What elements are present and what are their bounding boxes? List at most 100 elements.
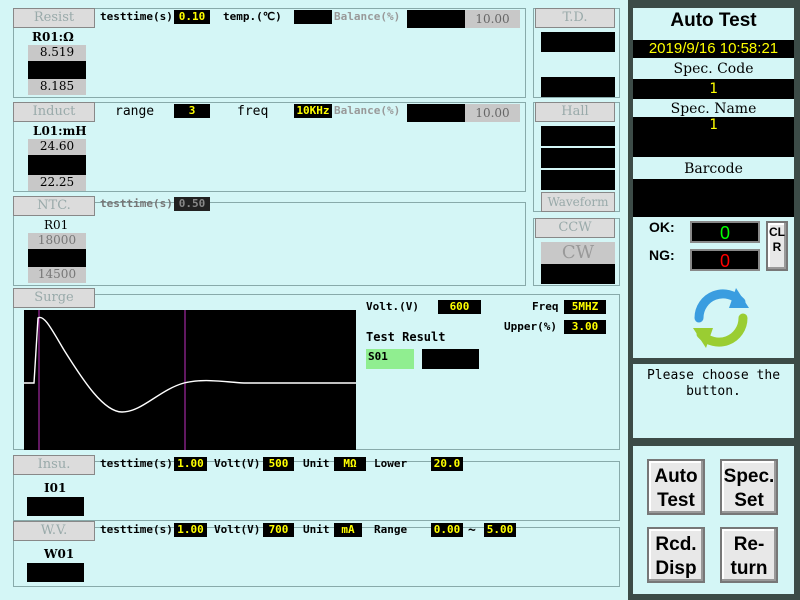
insu-volt-label: Volt(V) <box>214 457 261 470</box>
wv-range-high[interactable]: 5.00 <box>484 523 516 537</box>
spec-code-value: 1 <box>633 79 794 99</box>
insu-unit-label: Unit <box>303 457 330 470</box>
td-value-1 <box>541 32 615 52</box>
insu-testtime-label: testtime(s) <box>100 457 173 470</box>
tab-resist[interactable]: Resist <box>13 8 95 28</box>
resist-temp-label: temp.(℃) <box>223 10 282 23</box>
surge-waveform-display <box>24 310 356 450</box>
insu-lower-label: Lower <box>374 457 408 470</box>
wv-item-label: W01 <box>44 547 75 561</box>
ok-count: 0 <box>690 221 760 243</box>
insu-item-label: I01 <box>44 481 67 495</box>
resist-temp-value <box>294 10 332 24</box>
induct-freq-value[interactable]: 10KHz <box>294 104 332 118</box>
wv-testtime-label: testtime(s) <box>100 523 173 536</box>
wv-range-label: Range <box>374 523 408 536</box>
ccw-value <box>541 264 615 284</box>
tab-hall[interactable]: Hall <box>535 102 615 122</box>
ntc-testtime-label: testtime(s) <box>100 197 173 210</box>
ntc-lower-value: 14500 <box>28 267 86 283</box>
ntc-upper-value: 18000 <box>28 233 86 249</box>
wv-testtime-value[interactable]: 1.00 <box>174 523 207 537</box>
wv-volt-value[interactable]: 700 <box>263 523 294 537</box>
page-title: Auto Test <box>670 10 757 31</box>
ng-count: 0 <box>690 249 760 271</box>
wv-unit-value[interactable]: mA <box>334 523 362 537</box>
resist-balance-box <box>407 10 465 28</box>
ntc-testtime-value[interactable]: 0.50 <box>174 197 210 211</box>
wv-measure-box <box>27 563 84 582</box>
surge-result-value <box>422 349 479 369</box>
resist-balance-label: Balance(%) <box>334 10 401 23</box>
surge-freq-label: Freq <box>532 300 559 313</box>
spec-set-button[interactable]: Spec. Set <box>720 459 778 515</box>
td-value-2 <box>541 77 615 97</box>
induct-range-label: range <box>115 104 155 119</box>
spec-name-value: 1 <box>633 117 794 157</box>
induct-balance-label: Balance(%) <box>334 104 401 117</box>
insu-testtime-value[interactable]: 1.00 <box>174 457 207 471</box>
surge-result-id: S01 <box>366 349 414 369</box>
resist-measure-box <box>28 61 86 79</box>
hall-value-1 <box>541 126 615 146</box>
tab-surge[interactable]: Surge <box>13 288 95 308</box>
tab-ccw[interactable]: CCW <box>535 218 615 238</box>
surge-upper-label: Upper(%) <box>504 320 557 333</box>
induct-range-value[interactable]: 3 <box>174 104 210 118</box>
ng-label: NG: <box>649 247 675 263</box>
surge-upper-value[interactable]: 3.00 <box>564 320 606 334</box>
waveform-button[interactable]: Waveform <box>541 192 615 212</box>
refresh-icon[interactable] <box>689 280 753 354</box>
resist-lower-value: 8.185 <box>28 79 86 95</box>
spec-name-label: Spec. Name <box>670 101 757 117</box>
resist-upper-value: 8.519 <box>28 45 86 61</box>
tab-ntc[interactable]: NTC. <box>13 196 95 216</box>
ntc-measure-box <box>28 249 86 267</box>
spec-code-label: Spec. Code <box>673 61 754 77</box>
resist-testtime-label: testtime(s) <box>100 10 173 23</box>
wv-range-low[interactable]: 0.00 <box>431 523 463 537</box>
wv-range-tilde: ~ <box>468 523 476 538</box>
record-display-button[interactable]: Rcd. Disp <box>647 527 705 583</box>
insu-lower-value[interactable]: 20.0 <box>431 457 463 471</box>
tab-induct[interactable]: Induct <box>13 102 95 122</box>
resist-testtime-value[interactable]: 0.10 <box>174 10 210 24</box>
hall-value-2 <box>541 148 615 168</box>
status-message: Please choose the button. <box>646 368 781 399</box>
surge-waveform <box>24 310 356 450</box>
auto-test-button[interactable]: Auto Test <box>647 459 705 515</box>
surge-freq-value[interactable]: 5MHZ <box>564 300 606 314</box>
ntc-r-label: R01 <box>44 218 69 232</box>
clr-button[interactable]: CLR <box>766 221 788 271</box>
insu-volt-value[interactable]: 500 <box>263 457 294 471</box>
insu-panel <box>13 461 620 521</box>
surge-volt-label: Volt.(V) <box>366 300 419 313</box>
surge-volt-value[interactable]: 600 <box>438 300 481 314</box>
wv-unit-label: Unit <box>303 523 330 536</box>
tab-td[interactable]: T.D. <box>535 8 615 28</box>
induct-freq-label: freq <box>237 104 269 119</box>
resist-balance-value[interactable]: 10.00 <box>465 10 520 28</box>
wv-volt-label: Volt(V) <box>214 523 261 536</box>
induct-balance-box <box>407 104 465 122</box>
wv-panel <box>13 527 620 587</box>
induct-upper-value: 24.60 <box>28 139 86 155</box>
induct-measure-box <box>28 155 86 175</box>
hall-value-3 <box>541 170 615 190</box>
tab-wv[interactable]: W.V. <box>13 521 95 541</box>
tab-insu[interactable]: Insu. <box>13 455 95 475</box>
ok-label: OK: <box>649 219 675 235</box>
barcode-value <box>633 179 794 217</box>
surge-waveform-trace <box>24 316 356 413</box>
barcode-label: Barcode <box>684 161 743 177</box>
induct-lower-value: 22.25 <box>28 175 86 191</box>
cw-button[interactable]: CW <box>541 242 615 264</box>
insu-measure-box <box>27 497 84 516</box>
resist-r-label: R01:Ω <box>32 30 74 44</box>
return-button[interactable]: Re- turn <box>720 527 778 583</box>
induct-l-label: L01:mH <box>33 124 87 138</box>
insu-unit-value[interactable]: MΩ <box>334 457 366 471</box>
induct-balance-value[interactable]: 10.00 <box>465 104 520 122</box>
datetime-display: 2019/9/16 10:58:21 <box>633 40 794 58</box>
surge-result-label: Test Result <box>366 330 446 344</box>
